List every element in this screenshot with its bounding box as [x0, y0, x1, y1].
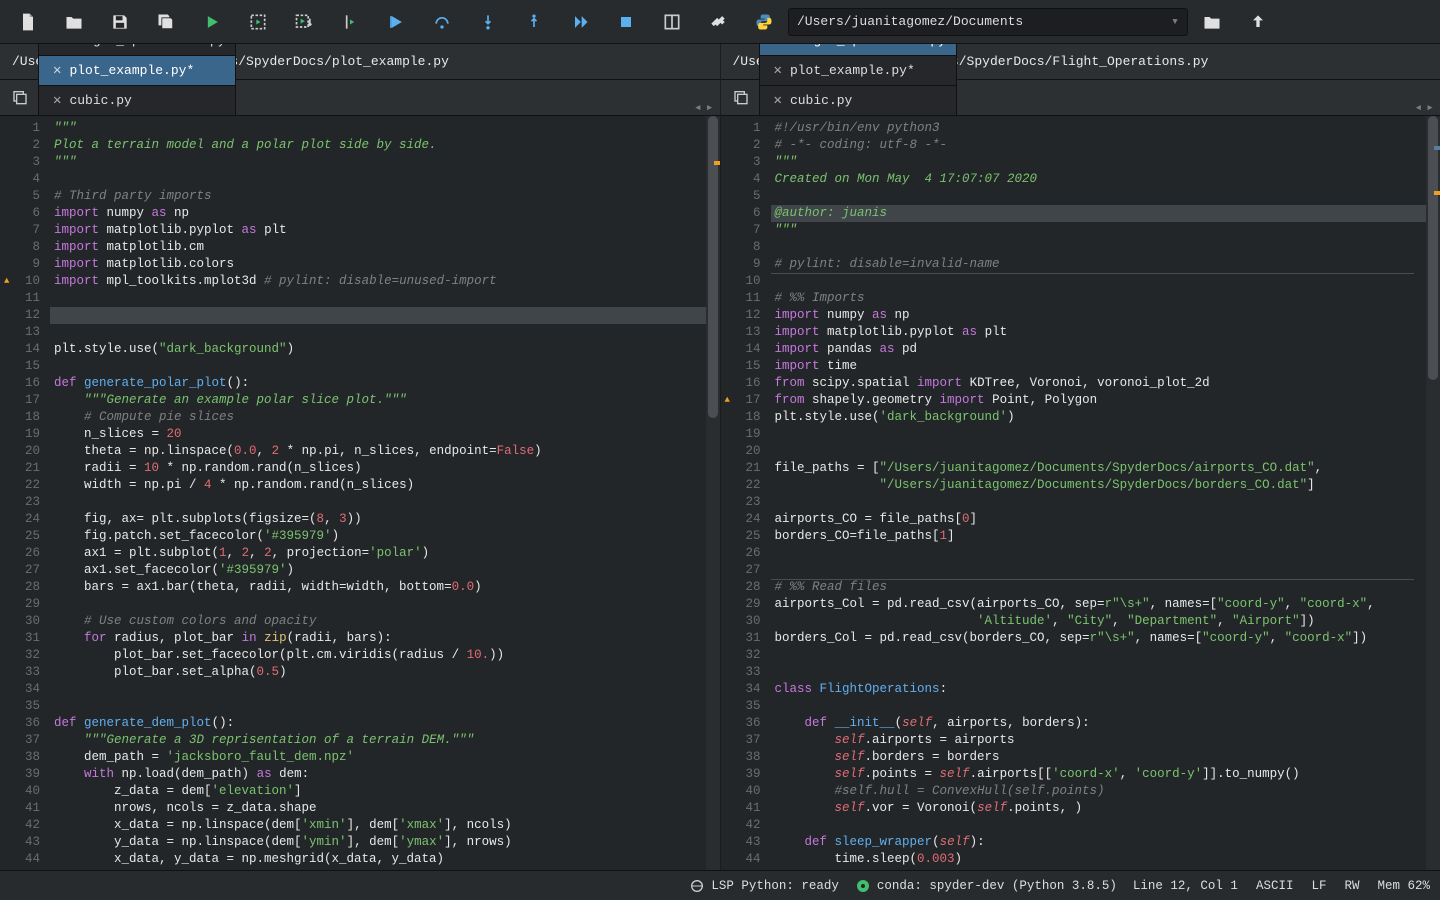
tab-label: Flight_Operations.py	[790, 44, 946, 48]
scroll-tabs-icon[interactable]: ◂	[1414, 100, 1422, 115]
chevron-down-icon: ▾	[1171, 14, 1179, 29]
browse-directory-button[interactable]	[1190, 4, 1234, 40]
debug-continue-button[interactable]	[558, 4, 602, 40]
code-area[interactable]: """Plot a terrain model and a polar plot…	[50, 116, 706, 870]
editor-pane-right: /Users/juanitagomez/Documents/SpyderDocs…	[720, 44, 1440, 870]
close-tab-icon[interactable]: ✕	[53, 44, 61, 49]
code-editor-left[interactable]: 1234567891011121314151617181920212223242…	[0, 116, 720, 870]
file-tab[interactable]: ✕ plot_example.py*	[759, 55, 957, 85]
tab-label: plot_example.py*	[69, 63, 194, 78]
cursor-position[interactable]: Line 12, Col 1	[1133, 879, 1238, 893]
tab-label: plot_example.py*	[790, 63, 915, 78]
code-area[interactable]: #!/usr/bin/env python3# -*- coding: utf-…	[771, 116, 1427, 870]
encoding-status[interactable]: ASCII	[1256, 879, 1294, 893]
open-file-button[interactable]	[52, 4, 96, 40]
scroll-tabs-icon[interactable]: ◂	[694, 100, 702, 115]
close-tab-icon[interactable]: ✕	[53, 62, 61, 79]
lsp-status[interactable]: LSP Python: ready	[689, 878, 839, 894]
file-tab[interactable]: ✕ Flight_Operations.py	[759, 44, 957, 55]
save-button[interactable]	[98, 4, 142, 40]
file-tab[interactable]: ✕ cubic.py	[38, 85, 236, 115]
editor-pane-left: /Users/juanitagomez/Documents/SpyderDocs…	[0, 44, 720, 870]
new-file-button[interactable]	[6, 4, 50, 40]
preferences-button[interactable]	[696, 4, 740, 40]
run-selection-button[interactable]	[328, 4, 372, 40]
close-tab-icon[interactable]: ✕	[774, 62, 782, 79]
tab-bar-right: ✕Flight_Operations.py✕plot_example.py*✕c…	[721, 80, 1440, 116]
close-tab-icon[interactable]: ✕	[774, 44, 782, 49]
debug-button[interactable]	[374, 4, 418, 40]
python-path-button[interactable]	[742, 4, 786, 40]
save-all-button[interactable]	[144, 4, 188, 40]
rw-status[interactable]: RW	[1344, 879, 1359, 893]
debug-step-out-button[interactable]	[512, 4, 556, 40]
status-bar: LSP Python: ready conda: spyder-dev (Pyt…	[0, 870, 1440, 900]
line-gutter: 1234567891011121314151617181920212223242…	[0, 116, 50, 870]
file-tab[interactable]: ✕ Flight_Operations.py	[38, 44, 236, 55]
close-tab-icon[interactable]: ✕	[774, 92, 782, 109]
run-cell-advance-button[interactable]	[282, 4, 326, 40]
maximize-pane-button[interactable]	[650, 4, 694, 40]
tab-options-button[interactable]	[727, 83, 755, 111]
tab-label: Flight_Operations.py	[69, 44, 225, 48]
run-cell-button[interactable]	[236, 4, 280, 40]
memory-status[interactable]: Mem 62%	[1377, 879, 1430, 893]
eol-status[interactable]: LF	[1311, 879, 1326, 893]
working-directory-input[interactable]: /Users/juanitagomez/Documents ▾	[788, 8, 1188, 36]
tab-bar-left: ✕Flight_Operations.py✕plot_example.py*✕c…	[0, 80, 720, 116]
run-button[interactable]	[190, 4, 234, 40]
scroll-tabs-icon[interactable]: ▸	[1426, 100, 1434, 115]
scroll-tabs-icon[interactable]: ▸	[706, 100, 714, 115]
file-tab[interactable]: ✕ plot_example.py*	[38, 55, 236, 85]
scrollbar[interactable]	[1426, 116, 1440, 870]
debug-step-over-button[interactable]	[420, 4, 464, 40]
code-editor-right[interactable]: 1234567891011121314151617181920212223242…	[721, 116, 1440, 870]
debug-step-into-button[interactable]	[466, 4, 510, 40]
env-status[interactable]: conda: spyder-dev (Python 3.8.5)	[855, 878, 1117, 894]
tab-label: cubic.py	[69, 93, 131, 108]
editor-split: /Users/juanitagomez/Documents/SpyderDocs…	[0, 44, 1440, 870]
parent-directory-button[interactable]	[1236, 4, 1280, 40]
line-gutter: 1234567891011121314151617181920212223242…	[721, 116, 771, 870]
scrollbar[interactable]	[706, 116, 720, 870]
file-tab[interactable]: ✕ cubic.py	[759, 85, 957, 115]
working-directory-text: /Users/juanitagomez/Documents	[797, 14, 1023, 29]
tab-label: cubic.py	[790, 93, 852, 108]
close-tab-icon[interactable]: ✕	[53, 92, 61, 109]
tab-options-button[interactable]	[6, 83, 34, 111]
stop-button[interactable]	[604, 4, 648, 40]
toolbar: /Users/juanitagomez/Documents ▾	[0, 0, 1440, 44]
